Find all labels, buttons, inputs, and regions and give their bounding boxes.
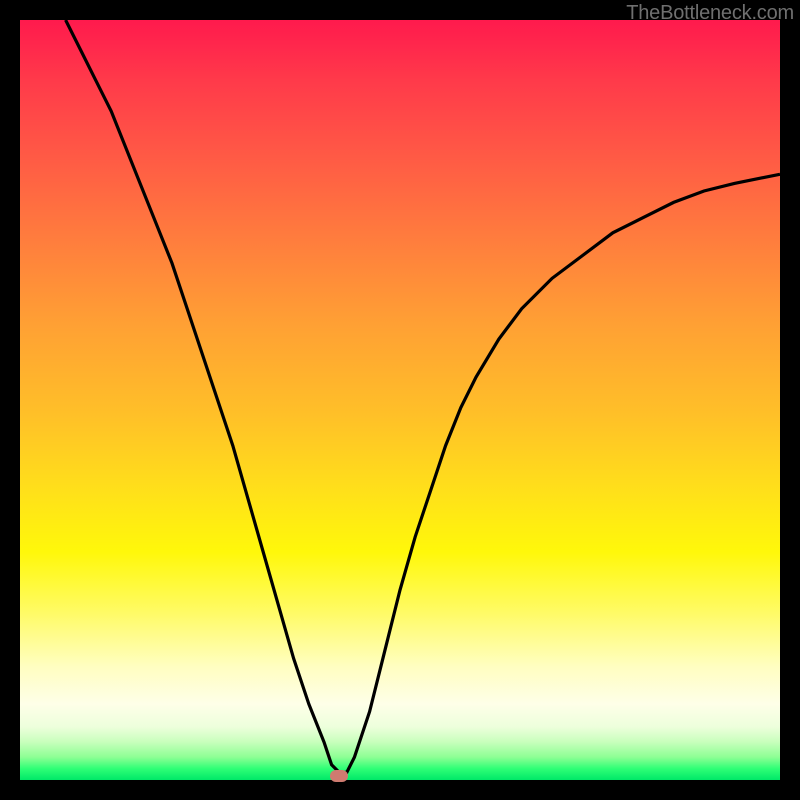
chart-frame: TheBottleneck.com xyxy=(0,0,800,800)
curve-path xyxy=(66,20,780,772)
plot-area xyxy=(20,20,780,780)
bottleneck-curve xyxy=(20,20,780,780)
optimal-point-marker xyxy=(330,770,348,782)
